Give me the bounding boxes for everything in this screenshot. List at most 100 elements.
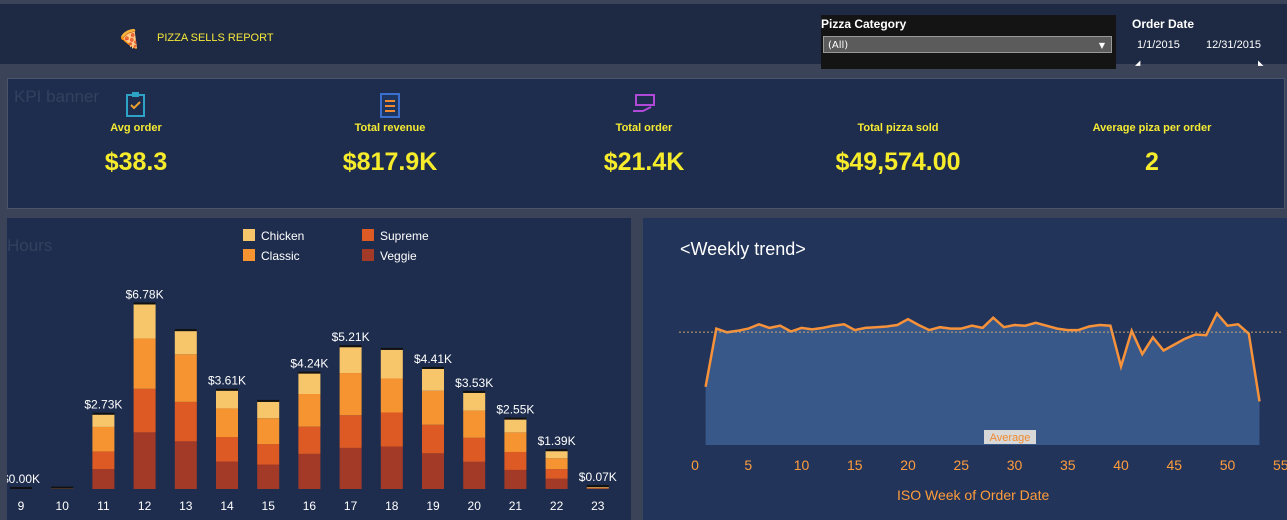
bar-segment-veggie[interactable] [133,432,156,489]
bar-segment-supreme[interactable] [174,401,197,442]
bar-segment-supreme[interactable] [257,444,280,465]
x-tick-label: 12 [138,499,152,513]
bar-segment-veggie[interactable] [92,469,115,489]
bar-segment-veggie[interactable] [380,446,403,489]
x-tick-label: 5 [744,457,752,473]
bar-segment-classic[interactable] [586,487,609,489]
kpi-card-total-revenue: Total revenue $817.9K [290,91,490,177]
x-tick-label: 19 [426,499,440,513]
bar-top-cap [463,390,486,393]
bar-top-cap [10,487,32,489]
bar-segment-supreme[interactable] [545,469,568,479]
bar-segment-chicken[interactable] [380,349,403,379]
bar-total-label: $3.53K [455,376,493,390]
bar-segment-chicken[interactable] [586,487,609,488]
bar-segment-veggie[interactable] [298,453,321,489]
bar-segment-classic[interactable] [216,408,238,438]
bar-segment-classic[interactable] [92,426,115,452]
bar-top-cap [257,399,280,402]
kpi-card-total-pizza-sold: Total pizza sold $49,574.00 [798,91,998,177]
date-slider-right-handle[interactable]: ◣ [1258,59,1263,67]
bar-segment-veggie[interactable] [504,469,527,489]
bar-segment-chicken[interactable] [257,401,280,419]
bar-segment-classic[interactable] [257,418,280,445]
bar-segment-classic[interactable] [298,393,321,427]
bar-segment-supreme[interactable] [504,451,527,470]
x-tick-label: 10 [794,457,810,473]
bar-segment-supreme[interactable] [463,437,486,462]
bar-segment-chicken[interactable] [133,304,156,339]
x-tick-label: 20 [468,499,482,513]
bar-segment-chicken[interactable] [463,392,486,411]
x-tick-label: 22 [550,499,564,513]
x-tick-label: 40 [1113,457,1129,473]
x-tick-label: 20 [900,457,916,473]
bar-segment-classic[interactable] [133,338,156,389]
bar-segment-veggie[interactable] [463,461,486,489]
bar-segment-supreme[interactable] [422,424,444,454]
bar-segment-chicken[interactable] [298,373,321,394]
clipboard-check-icon [36,91,236,121]
bar-total-label: $5.21K [332,330,370,344]
kpi-value: $21.4K [603,148,685,176]
x-tick-label: 15 [847,457,863,473]
bar-segment-veggie[interactable] [216,461,238,489]
kpi-card-average-pizza-per-order: Average piza per order 2 [1052,91,1252,177]
x-tick-label: 35 [1060,457,1076,473]
bar-segment-veggie[interactable] [174,441,197,489]
kpi-banner: KPI banner Avg order $38.3 Total revenue… [7,78,1285,209]
filter-label: Pizza Category [821,17,907,31]
weekly-trend-chart: Average 0 5 10 15 20 25 30 35 40 45 50 55 [679,311,1287,473]
bar-segment-veggie[interactable] [545,478,568,489]
bar-segment-supreme[interactable] [298,426,321,454]
bar-top-cap [92,412,115,415]
x-tick-label: 30 [1007,457,1023,473]
bar-segment-veggie[interactable] [257,464,280,490]
bar-segment-chicken[interactable] [504,419,527,433]
x-tick-label: 25 [953,457,969,473]
x-tick-label: 10 [56,499,70,513]
bar-segment-classic[interactable] [339,373,362,416]
kpi-label: Average piza per order [1092,122,1212,134]
bar-segment-classic[interactable] [380,378,403,413]
bar-segment-supreme[interactable] [133,388,156,433]
bar-segment-chicken[interactable] [216,390,238,409]
date-slider-left-handle[interactable]: ◢ [1135,59,1140,67]
kpi-label: Total pizza sold [857,122,939,134]
x-tick-label: 0 [691,457,699,473]
bar-segment-supreme[interactable] [339,415,362,448]
bar-segment-chicken[interactable] [92,414,115,427]
chevron-down-icon[interactable]: ▼ [1099,37,1105,54]
pizza-category-select[interactable]: (All) ▼ [823,36,1112,53]
cash-hand-icon [544,91,744,121]
weekly-x-axis-label: ISO Week of Order Date [897,487,1050,503]
bar-segment-classic[interactable] [463,410,486,438]
bar-segment-supreme[interactable] [216,437,238,462]
bar-top-cap [216,388,238,391]
bar-top-cap [133,302,156,305]
bar-top-cap [504,417,527,420]
bar-total-label: $0.07K [579,470,617,484]
bar-segment-chicken[interactable] [339,347,362,374]
bar-segment-classic[interactable] [545,458,568,470]
order-date-start[interactable]: 1/1/2015 [1137,39,1180,51]
bar-top-cap [422,366,444,369]
x-tick-label: 11 [97,499,110,513]
bar-segment-supreme[interactable] [586,488,609,489]
pizza-icon: 🍕 [118,29,141,50]
bar-segment-chicken[interactable] [422,368,444,391]
bar-segment-supreme[interactable] [380,412,403,447]
kpi-value: 2 [1145,148,1159,176]
checklist-icon [290,91,490,121]
bar-segment-chicken[interactable] [545,451,568,459]
bar-segment-veggie[interactable] [422,453,444,489]
order-date-end[interactable]: 12/31/2015 [1206,39,1261,51]
bar-segment-classic[interactable] [422,390,444,425]
bar-top-cap [174,329,197,332]
bar-total-label: $0.00K [7,472,40,486]
bar-segment-classic[interactable] [504,432,527,452]
bar-segment-classic[interactable] [174,354,197,402]
bar-segment-chicken[interactable] [174,331,197,355]
bar-segment-supreme[interactable] [92,451,115,470]
bar-segment-veggie[interactable] [339,447,362,489]
